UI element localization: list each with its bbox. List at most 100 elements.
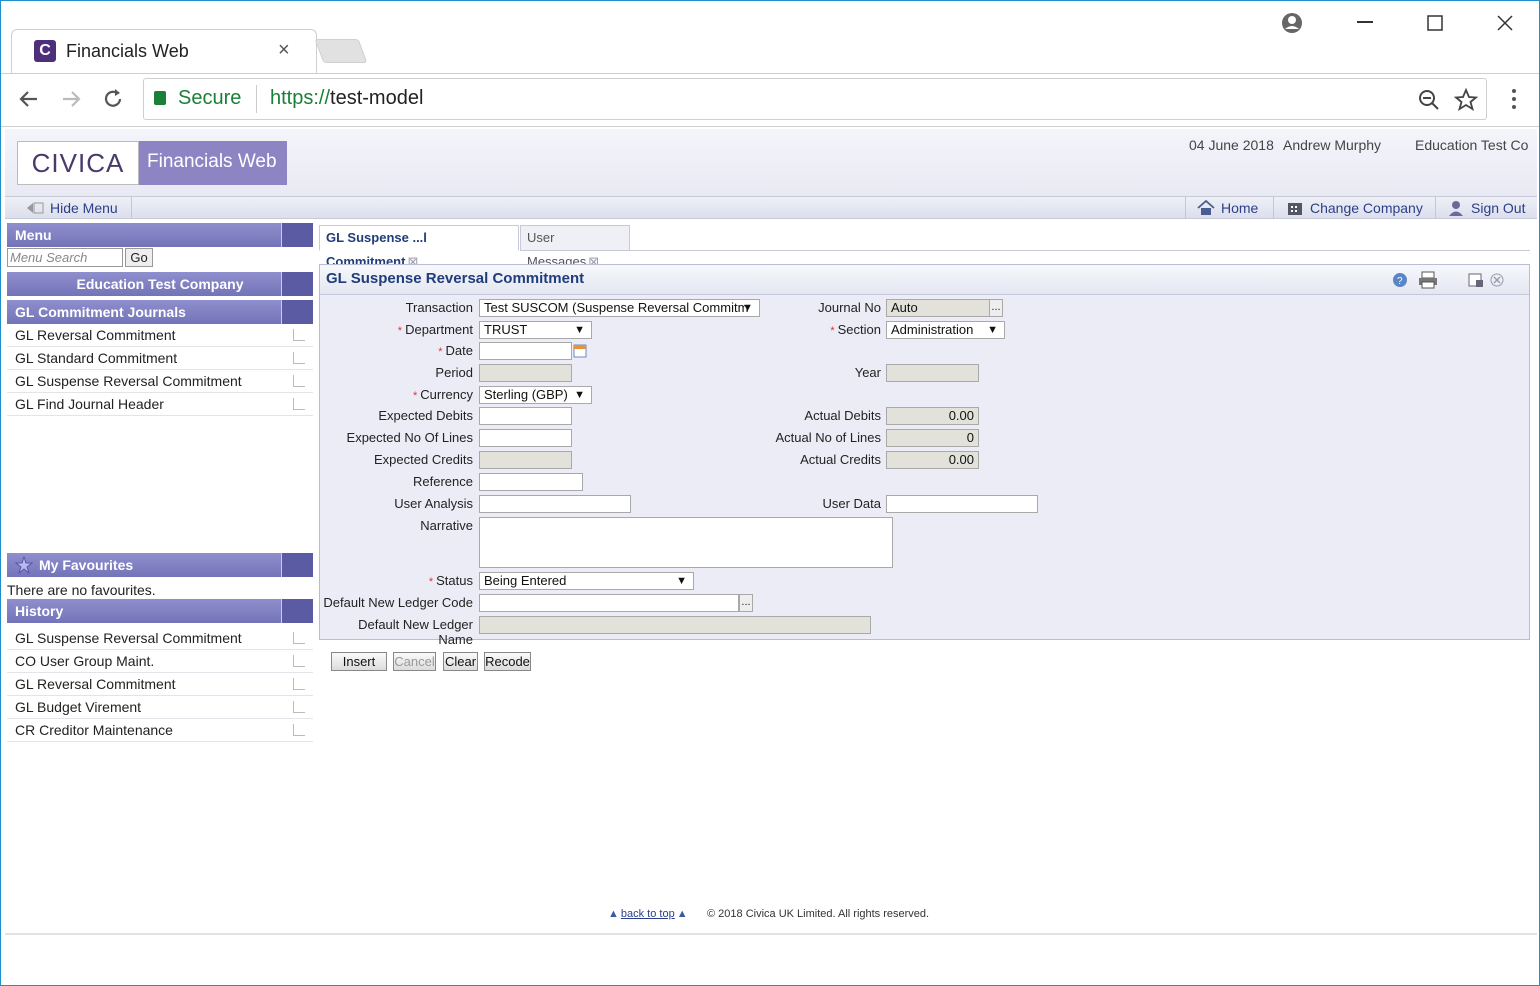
sign-out-link[interactable]: Sign Out <box>1471 200 1525 216</box>
reload-icon[interactable] <box>101 87 125 111</box>
hide-menu-icon[interactable] <box>19 201 45 215</box>
currency-select[interactable]: Sterling (GBP) ▼ <box>479 386 592 404</box>
expected-credits-label: Expected Credits <box>374 452 473 467</box>
change-company-icon[interactable] <box>1286 200 1304 216</box>
maximize-icon[interactable] <box>1427 15 1443 31</box>
history-item[interactable]: GL Reversal Commitment <box>7 673 313 696</box>
history-item[interactable]: CR Creditor Maintenance <box>7 719 313 742</box>
tab-user-messages[interactable]: User Messages ⊠ <box>520 225 630 269</box>
history-item[interactable]: GL Budget Virement <box>7 696 313 719</box>
back-icon[interactable] <box>17 88 41 110</box>
user-analysis-field[interactable] <box>479 495 631 513</box>
civica-logo: CIVICA <box>17 141 139 185</box>
journal-no-field[interactable]: Auto <box>886 299 990 317</box>
default-ledger-code-field[interactable] <box>479 594 739 612</box>
panel-up-icon[interactable] <box>281 300 313 324</box>
actual-credits-field[interactable]: 0.00 <box>886 451 979 469</box>
journal-lookup-button[interactable]: ... <box>989 299 1003 317</box>
address-bar[interactable]: Secure https://test-model <box>143 78 1487 120</box>
calendar-icon[interactable] <box>573 344 587 358</box>
required-marker: * <box>397 325 403 337</box>
year-field[interactable] <box>886 364 979 382</box>
app-header: CIVICA Financials Web 04 June 2018 Andre… <box>5 129 1537 197</box>
sidebar-item-gl-standard-commitment[interactable]: GL Standard Commitment <box>7 347 313 370</box>
sign-out-icon[interactable] <box>1447 199 1465 217</box>
currency-label: * Currency <box>331 387 473 402</box>
zoom-icon[interactable] <box>1418 89 1440 111</box>
clear-button[interactable]: Clear <box>443 652 478 671</box>
recode-button[interactable]: Recode <box>484 652 531 671</box>
actual-debits-field[interactable]: 0.00 <box>886 407 979 425</box>
kebab-menu-icon[interactable] <box>1509 88 1519 112</box>
journals-panel-header[interactable]: GL Commitment Journals <box>7 300 313 324</box>
status-select[interactable]: Being Entered ▼ <box>479 572 694 590</box>
date-field[interactable] <box>479 342 572 360</box>
account-icon[interactable] <box>1281 12 1303 34</box>
tab-close-icon[interactable]: × <box>278 39 290 62</box>
forward-icon[interactable] <box>59 88 83 110</box>
civica-favicon-icon: C <box>34 40 56 62</box>
home-icon[interactable] <box>1197 200 1215 216</box>
history-panel-header: History <box>7 599 313 623</box>
history-item-label: GL Reversal Commitment <box>15 676 176 692</box>
header-company: Education Test Co <box>1415 137 1529 153</box>
chevron-down-icon: ▼ <box>676 575 687 587</box>
expected-credits-field[interactable] <box>479 451 572 469</box>
browser-tab-title: Financials Web <box>66 41 189 61</box>
expected-lines-field[interactable] <box>479 429 572 447</box>
minimize-icon[interactable] <box>1357 21 1373 25</box>
sidebar-item-gl-find-journal-header[interactable]: GL Find Journal Header <box>7 393 313 416</box>
chevron-down-icon: ▼ <box>742 302 753 314</box>
period-field[interactable] <box>479 364 572 382</box>
browser-tab[interactable]: C Financials Web × <box>11 29 317 73</box>
history-item[interactable]: CO User Group Maint. <box>7 650 313 673</box>
insert-button[interactable]: Insert <box>331 652 387 671</box>
favourites-panel-title: My Favourites <box>39 557 134 573</box>
cancel-button[interactable]: Cancel <box>393 652 436 671</box>
close-icon[interactable] <box>1497 15 1513 31</box>
year-label: Year <box>854 365 881 380</box>
new-tab-button[interactable] <box>314 39 368 63</box>
sidebar-item-gl-reversal-commitment[interactable]: GL Reversal Commitment <box>7 324 313 347</box>
help-icon[interactable]: ? <box>1392 272 1408 288</box>
department-select[interactable]: TRUST ▼ <box>479 321 592 339</box>
expected-debits-field[interactable] <box>479 407 572 425</box>
url-text[interactable]: https://test-model <box>270 87 423 110</box>
print-icon[interactable] <box>1418 271 1438 289</box>
close-panel-icon[interactable] <box>1490 273 1504 287</box>
home-link[interactable]: Home <box>1221 200 1258 216</box>
history-item[interactable]: GL Suspense Reversal Commitment <box>7 627 313 650</box>
actual-lines-label: Actual No of Lines <box>775 430 881 445</box>
narrative-textarea[interactable] <box>479 517 893 568</box>
menu-panel-header: Menu <box>7 223 313 247</box>
chevron-down-icon: ▼ <box>987 324 998 336</box>
sidebar-item-gl-suspense-reversal-commitment[interactable]: GL Suspense Reversal Commitment <box>7 370 313 393</box>
history-item-label: GL Suspense Reversal Commitment <box>15 630 242 646</box>
transaction-select[interactable]: Test SUSCOM (Suspense Reversal Commitm ▼ <box>479 299 760 317</box>
history-item-label: CR Creditor Maintenance <box>15 722 173 738</box>
actual-lines-field[interactable]: 0 <box>886 429 979 447</box>
menu-search-go-button[interactable]: Go <box>125 248 153 267</box>
open-link-icon <box>293 678 305 690</box>
reference-field[interactable] <box>479 473 583 491</box>
sidebar-item-label: GL Standard Commitment <box>15 350 178 366</box>
default-ledger-name-field[interactable] <box>479 616 871 634</box>
section-select[interactable]: Administration ▼ <box>886 321 1005 339</box>
menu-search-input[interactable]: Menu Search <box>7 248 123 267</box>
ledger-lookup-button[interactable]: ... <box>739 594 753 612</box>
default-ledger-name-label: Default New Ledger Name <box>358 617 473 647</box>
tab-gl-suspense-commitment[interactable]: GL Suspense ...l Commitment ⊠ <box>319 225 519 269</box>
panel-toggle-icon[interactable] <box>281 272 313 296</box>
popout-icon[interactable] <box>1468 272 1484 288</box>
panel-toggle-icon[interactable] <box>281 553 313 577</box>
panel-toggle-icon[interactable] <box>281 223 313 247</box>
back-to-top-link[interactable]: ▲ back to top ▲ <box>608 908 688 920</box>
user-data-field[interactable] <box>886 495 1038 513</box>
svg-text:?: ? <box>1397 276 1403 287</box>
change-company-link[interactable]: Change Company <box>1310 200 1423 216</box>
hide-menu-link[interactable]: Hide Menu <box>50 200 118 216</box>
actual-credits-label: Actual Credits <box>800 452 881 467</box>
panel-toggle-icon[interactable] <box>281 599 313 623</box>
open-link-icon <box>293 632 305 644</box>
star-icon[interactable] <box>1454 88 1478 112</box>
